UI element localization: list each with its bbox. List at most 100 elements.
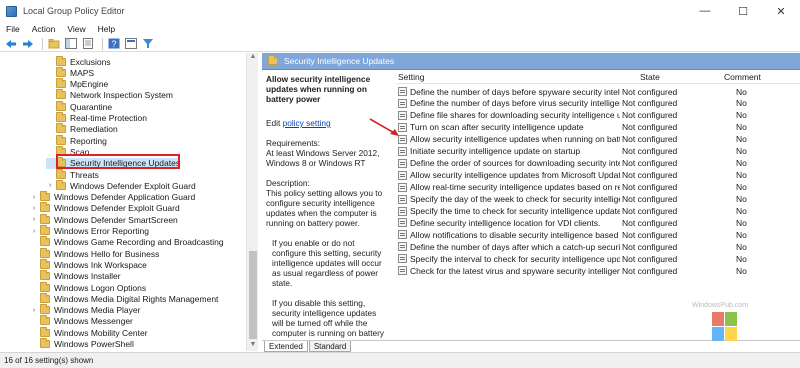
annotation-arrow [369, 118, 399, 136]
tree-item[interactable]: Windows Logon Options [30, 281, 146, 293]
table-row[interactable]: Define the number of days before virus s… [396, 98, 796, 109]
column-setting[interactable]: Setting [398, 72, 424, 82]
column-comment[interactable]: Comment [724, 72, 761, 82]
table-row[interactable]: Allow security intelligence updates when… [396, 134, 796, 145]
tree-item[interactable]: Real-time Protection [46, 112, 147, 124]
tree-item[interactable]: › Windows Error Reporting [30, 225, 149, 237]
table-row[interactable]: Check for the latest virus and spyware s… [396, 265, 796, 276]
folder-icon [40, 304, 50, 315]
navigation-tree[interactable]: Exclusions MAPS MpEngine Network Inspection… [0, 53, 258, 351]
tree-item[interactable]: › Windows Defender Application Guard [30, 191, 196, 203]
tree-scrollbar[interactable]: ▲ ▼ [246, 53, 258, 351]
setting-name: Define the number of days before spyware… [410, 86, 620, 97]
properties-icon[interactable] [124, 37, 138, 50]
table-row[interactable]: Define security intelligence location fo… [396, 217, 796, 228]
tree-item[interactable]: MAPS [46, 66, 94, 78]
tree-item-label: Remediation [70, 124, 118, 135]
table-row[interactable]: Allow real-time security intelligence up… [396, 182, 796, 193]
setting-comment: No [736, 206, 747, 216]
details-header-title: Security Intelligence Updates [284, 56, 395, 66]
tree-item-label: Windows Defender Exploit Guard [54, 203, 180, 214]
menu-action[interactable]: Action [32, 24, 56, 34]
list-header: Setting State Comment [396, 70, 800, 84]
tree-item[interactable]: › Windows Defender Exploit Guard [30, 202, 180, 214]
tree-item-label: Windows Defender Application Guard [54, 192, 196, 203]
tree-item[interactable]: Quarantine [46, 100, 112, 112]
folder-icon [40, 338, 50, 348]
tree-item[interactable]: Windows PowerShell [30, 338, 134, 350]
expand-chevron-icon[interactable]: › [30, 194, 38, 201]
tree-item[interactable]: › Windows Defender Exploit Guard [46, 179, 196, 191]
tree-item[interactable]: MpEngine [46, 78, 108, 90]
policy-setting-icon [398, 182, 407, 192]
description-pane: Allow security intelligence updates when… [262, 70, 394, 348]
setting-state: Not configured [622, 146, 678, 157]
policy-setting-icon [398, 98, 407, 108]
tab-standard[interactable]: Standard [308, 341, 352, 352]
scroll-thumb[interactable] [249, 251, 257, 339]
setting-state: Not configured [622, 241, 678, 252]
show-hide-tree-icon[interactable] [64, 37, 78, 50]
minimize-button[interactable]: — [686, 0, 724, 22]
table-row[interactable]: Define the order of sources for download… [396, 158, 796, 169]
expand-chevron-icon[interactable]: › [30, 228, 38, 235]
menu-help[interactable]: Help [98, 24, 115, 34]
up-folder-icon[interactable] [47, 37, 61, 50]
tree-item[interactable]: Windows Game Recording and Broadcasting [30, 236, 224, 248]
close-button[interactable]: ✕ [762, 0, 800, 22]
setting-state: Not configured [622, 206, 678, 216]
export-list-icon[interactable] [81, 37, 95, 50]
tree-item[interactable]: Windows Mobility Center [30, 326, 148, 338]
settings-list[interactable]: Setting State Comment Define the number … [396, 70, 800, 338]
scroll-up-arrow[interactable]: ▲ [247, 53, 259, 63]
tree-item[interactable]: Windows Media Digital Rights Management [30, 292, 218, 304]
help-icon[interactable]: ? [107, 37, 121, 50]
table-row[interactable]: Allow notifications to disable security … [396, 229, 796, 240]
tree-item[interactable]: › Windows Defender SmartScreen [30, 213, 178, 225]
folder-icon [40, 225, 50, 235]
filter-icon[interactable] [141, 37, 155, 50]
tree-item[interactable]: Reporting [46, 134, 107, 146]
setting-name: Specify the time to check for security i… [410, 206, 620, 216]
tab-extended[interactable]: Extended [264, 341, 308, 352]
tree-item-label: Windows Media Player [54, 305, 141, 316]
folder-icon [56, 78, 66, 89]
expand-chevron-icon[interactable]: › [30, 205, 38, 212]
tree-item[interactable]: Windows Messenger [30, 315, 133, 327]
tree-item[interactable]: Exclusions [46, 55, 111, 67]
toolbar-separator [102, 37, 103, 50]
menu-view[interactable]: View [67, 24, 85, 34]
setting-comment: No [736, 217, 747, 228]
folder-icon [40, 270, 50, 281]
edit-policy-link[interactable]: policy setting [283, 118, 331, 128]
table-row[interactable]: Define the number of days after which a … [396, 241, 796, 252]
folder-icon [40, 258, 50, 269]
expand-chevron-icon[interactable]: › [30, 307, 38, 314]
tree-item[interactable]: Remediation [46, 123, 118, 135]
table-row[interactable]: Allow security intelligence updates from… [396, 170, 796, 181]
table-row[interactable]: Turn on scan after security intelligence… [396, 122, 796, 133]
table-row[interactable]: Specify the time to check for security i… [396, 206, 796, 217]
table-row[interactable]: Specify the interval to check for securi… [396, 253, 796, 264]
setting-comment: No [736, 182, 747, 193]
menu-file[interactable]: File [6, 24, 20, 34]
table-row[interactable]: Define the number of days before spyware… [396, 86, 796, 97]
forward-arrow-icon[interactable] [21, 37, 35, 50]
tree-item[interactable]: Windows Hello for Business [30, 247, 159, 259]
scroll-down-arrow[interactable]: ▼ [247, 341, 259, 351]
table-row[interactable]: Specify the day of the week to check for… [396, 194, 796, 205]
tree-item[interactable]: Network Inspection System [46, 89, 173, 101]
tree-item[interactable]: Threats [46, 168, 99, 180]
back-arrow-icon[interactable] [4, 37, 18, 50]
tree-item[interactable]: Windows Ink Workspace [30, 258, 147, 270]
folder-icon [56, 100, 66, 111]
expand-chevron-icon[interactable]: › [30, 216, 38, 223]
table-row[interactable]: Initiate security intelligence update on… [396, 146, 796, 157]
toolbar-separator [42, 37, 43, 50]
tree-item[interactable]: Windows Installer [30, 270, 121, 282]
table-row[interactable]: Define file shares for downloading secur… [396, 110, 796, 121]
maximize-button[interactable]: ☐ [724, 0, 762, 22]
column-state[interactable]: State [640, 72, 660, 82]
tree-item[interactable]: › Windows Media Player [30, 304, 141, 316]
expand-chevron-icon[interactable]: › [46, 182, 54, 189]
